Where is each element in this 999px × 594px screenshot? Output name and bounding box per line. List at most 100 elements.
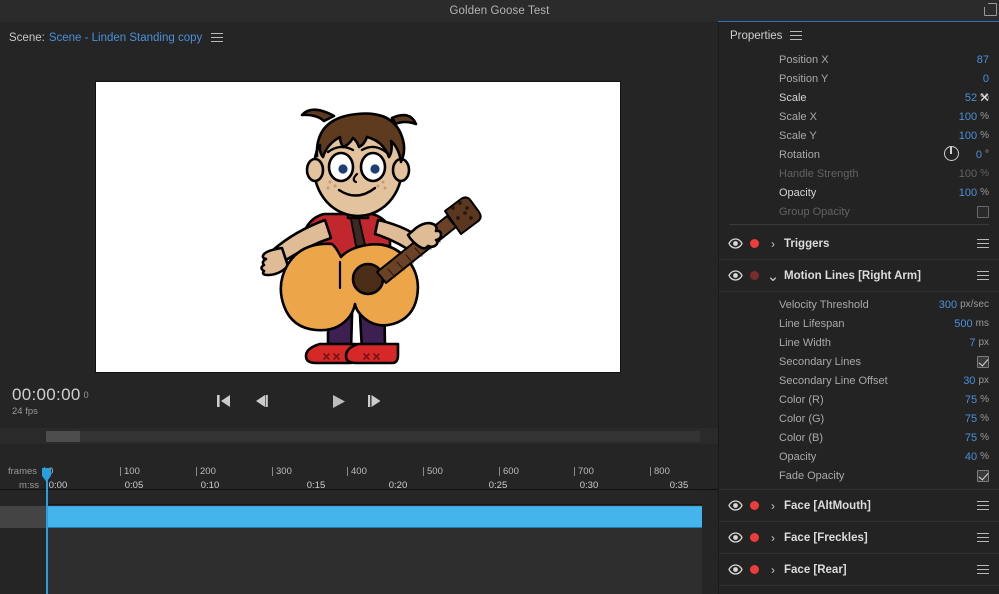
behavior-group-menu-icon[interactable] [977, 565, 989, 575]
property-label: Scale [779, 92, 807, 104]
chevron-right-icon[interactable]: › [766, 531, 780, 545]
preview-canvas[interactable] [95, 81, 621, 373]
properties-panel: Properties Position X87Position Y0Scale5… [718, 22, 999, 594]
timeline-scrollbar[interactable] [0, 428, 718, 444]
property-value-group [977, 470, 989, 482]
behavior-group-row[interactable]: ›Face [AltMouth] [719, 490, 999, 522]
property-value[interactable]: 500 [954, 318, 972, 330]
property-unit: px [978, 375, 989, 386]
property-value[interactable]: 40 [965, 451, 977, 463]
chevron-down-icon[interactable]: ⌄ [766, 267, 780, 285]
chevron-right-icon[interactable]: › [766, 563, 780, 577]
property-label: Handle Strength [779, 168, 859, 180]
eye-icon[interactable] [728, 532, 743, 543]
eye-icon[interactable] [728, 564, 743, 575]
property-value[interactable]: 7 [969, 337, 975, 349]
property-value[interactable]: 100 [959, 111, 977, 123]
property-value[interactable]: 30 [963, 375, 975, 387]
property-row: Line Lifespan500ms [719, 314, 999, 333]
property-value[interactable]: 75 [965, 413, 977, 425]
property-value[interactable]: 100 [959, 130, 977, 142]
checkbox[interactable] [977, 206, 989, 218]
behavior-group-list: › Triggers ⌄ Motion Lines [Right Arm] Veloci… [719, 228, 999, 586]
checkbox[interactable] [977, 470, 989, 482]
remove-property-icon[interactable]: ✕ [979, 91, 990, 104]
property-value-group: 500ms [954, 318, 989, 330]
frame-tick: 400 [351, 466, 367, 477]
behavior-group-menu-icon[interactable] [977, 271, 989, 281]
property-unit: % [980, 168, 989, 179]
checkbox[interactable] [977, 356, 989, 368]
character-artwork [96, 82, 622, 374]
property-row: Color (G)75% [719, 409, 999, 428]
rotation-dial-icon[interactable] [944, 146, 959, 161]
eye-icon[interactable] [728, 270, 743, 281]
property-row: Fade Opacity [719, 466, 999, 485]
record-dot-icon[interactable] [750, 239, 759, 248]
property-label: Fade Opacity [779, 470, 844, 482]
behavior-group-row[interactable]: › Triggers [719, 228, 999, 260]
window-restore-icon[interactable] [984, 3, 997, 16]
eye-icon[interactable] [728, 238, 743, 249]
scene-menu-icon[interactable] [211, 33, 223, 43]
property-value-group: 75% [965, 432, 989, 444]
frame-tick: 500 [427, 466, 443, 477]
property-label: Opacity [779, 451, 816, 463]
behavior-group-menu-icon[interactable] [977, 533, 989, 543]
selected-track-header[interactable] [0, 506, 46, 528]
property-unit: px [978, 337, 989, 348]
title-bar: Golden Goose Test [0, 0, 999, 22]
timecode-display[interactable]: 00:00:000 24 fps [12, 385, 89, 417]
window-title: Golden Goose Test [450, 5, 550, 17]
property-value[interactable]: 75 [965, 394, 977, 406]
property-row: Velocity Threshold300px/sec [719, 295, 999, 314]
eye-icon[interactable] [728, 500, 743, 511]
play-button[interactable] [325, 389, 351, 413]
property-label: Group Opacity [779, 206, 850, 218]
property-row: Position Y0 [719, 69, 999, 88]
property-value[interactable]: 100 [959, 187, 977, 199]
go-to-start-button[interactable] [211, 389, 237, 413]
property-label: Line Width [779, 337, 831, 349]
behavior-group-title: Triggers [784, 238, 829, 250]
behavior-group-row[interactable]: › Face [Freckles] [719, 522, 999, 554]
property-value[interactable]: 75 [965, 432, 977, 444]
properties-menu-icon[interactable] [790, 31, 802, 41]
frame-tick: 600 [503, 466, 519, 477]
timeline-ruler[interactable]: frames m:ss 0100200300400500600700800 0:… [0, 444, 718, 490]
property-value[interactable]: 300 [939, 299, 957, 311]
property-value-group: 0° [976, 149, 989, 161]
record-dot-icon[interactable] [750, 501, 759, 510]
property-value[interactable]: 87 [977, 54, 989, 66]
behavior-group-menu-icon[interactable] [977, 501, 989, 511]
record-dot-icon[interactable] [750, 565, 759, 574]
property-value[interactable]: 0 [976, 149, 982, 161]
play-icon [332, 395, 345, 408]
chevron-right-icon[interactable]: › [766, 237, 780, 251]
timecode-value: 00:00:00 [12, 385, 81, 404]
behavior-group-title: Motion Lines [Right Arm] [784, 270, 921, 282]
timeline-clip[interactable] [47, 506, 702, 528]
property-value[interactable]: 100 [959, 168, 977, 180]
track-header-column [0, 490, 46, 594]
step-forward-button[interactable] [362, 389, 388, 413]
behavior-group-row[interactable]: ›Face [Rear] [719, 554, 999, 586]
behavior-group-title: Face [Freckles] [784, 532, 868, 544]
record-dot-icon[interactable] [750, 533, 759, 542]
property-row: Group Opacity [719, 202, 999, 221]
property-value[interactable]: 52 [965, 92, 977, 104]
property-row: Color (R)75% [719, 390, 999, 409]
record-dot-icon[interactable] [750, 271, 759, 280]
scrollbar-thumb[interactable] [46, 431, 80, 442]
behavior-group-menu-icon[interactable] [977, 239, 989, 249]
editor-column: Scene: Scene - Linden Standing copy [0, 22, 718, 594]
property-label: Scale Y [779, 130, 817, 142]
scene-name-link[interactable]: Scene - Linden Standing copy [49, 32, 202, 44]
step-back-button[interactable] [248, 389, 274, 413]
behavior-group-row[interactable]: ⌄ Motion Lines [Right Arm] [719, 260, 999, 292]
property-label: Color (B) [779, 432, 823, 444]
property-value[interactable]: 0 [983, 73, 989, 85]
scrollbar-track[interactable] [80, 431, 700, 442]
chevron-right-icon[interactable]: › [766, 499, 780, 513]
property-row: Handle Strength 100% [719, 164, 999, 183]
